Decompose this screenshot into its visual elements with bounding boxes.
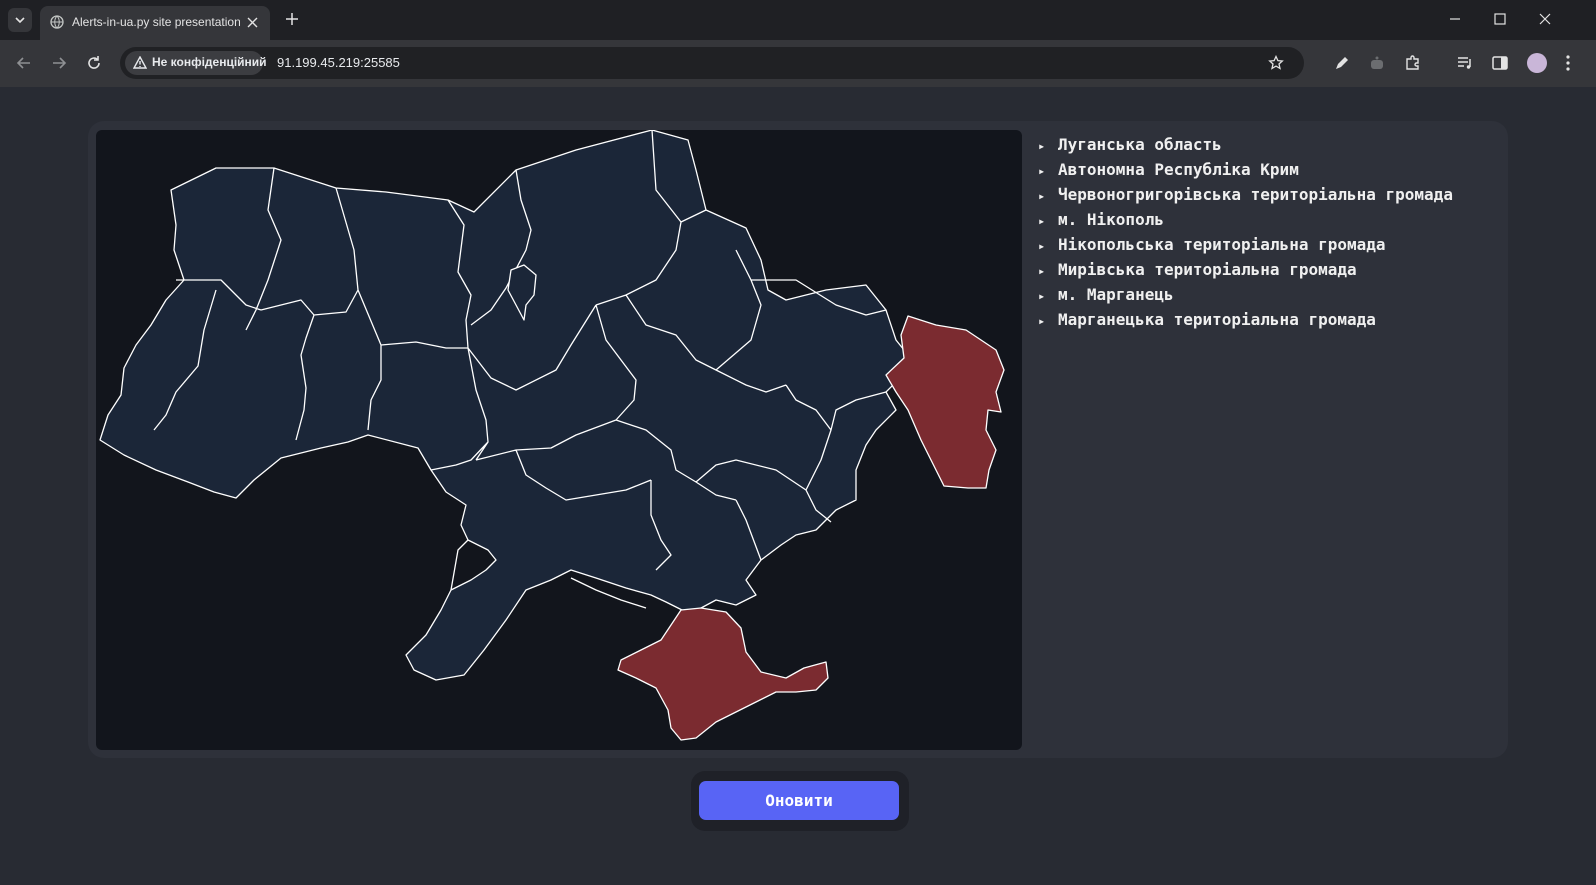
bullet-icon: ▸ (1038, 164, 1046, 178)
puzzle-icon[interactable] (1404, 54, 1422, 72)
maximize-icon[interactable] (1493, 12, 1507, 26)
arrow-right-icon[interactable] (50, 54, 68, 72)
alert-list-item: ▸ Марганецька територіальна громада (1038, 307, 1453, 332)
browser-toolbar: Не конфіденційний 91.199.45.219:25585 (0, 40, 1596, 87)
url-text[interactable]: 91.199.45.219:25585 (277, 55, 400, 70)
ukraine-map (96, 130, 1022, 750)
plus-icon[interactable] (285, 12, 299, 26)
window-close-icon[interactable] (1538, 12, 1552, 26)
tab-title: Alerts-in-ua.py site presentation (72, 15, 240, 29)
alerts-panel: ▸ Луганська область ▸ Автономна Республіка… (88, 121, 1508, 758)
bullet-icon: ▸ (1038, 314, 1046, 328)
bullet-icon: ▸ (1038, 139, 1046, 153)
alert-list-item: ▸ Луганська область (1038, 132, 1453, 157)
media-control-icon[interactable] (1456, 54, 1474, 72)
region-luhansk[interactable] (885, 315, 1005, 489)
globe-icon (50, 15, 64, 29)
side-panel-icon[interactable] (1491, 54, 1509, 72)
alert-list-item: ▸ Автономна Республіка Крим (1038, 157, 1453, 182)
security-chip[interactable]: Не конфіденційний (125, 51, 267, 75)
alert-list-item: ▸ м. Нікополь (1038, 207, 1453, 232)
bullet-icon: ▸ (1038, 264, 1046, 278)
minimize-icon[interactable] (1448, 12, 1462, 26)
refresh-button[interactable]: Оновити (699, 781, 899, 820)
tab-bar: Alerts-in-ua.py site presentation (0, 0, 1596, 40)
browser-tab[interactable]: Alerts-in-ua.py site presentation (40, 6, 270, 40)
bullet-icon: ▸ (1038, 289, 1046, 303)
close-icon[interactable] (247, 17, 258, 28)
reload-icon[interactable] (85, 54, 103, 72)
pen-icon[interactable] (1333, 54, 1351, 72)
star-icon[interactable] (1268, 55, 1284, 71)
security-label: Не конфіденційний (152, 55, 267, 69)
profile-avatar[interactable] (1527, 53, 1547, 73)
address-bar[interactable]: Не конфіденційний 91.199.45.219:25585 (120, 47, 1304, 79)
bullet-icon: ▸ (1038, 239, 1046, 253)
chevron-down-icon (15, 17, 25, 24)
tab-search-button[interactable] (8, 8, 32, 32)
bullet-icon: ▸ (1038, 189, 1046, 203)
alert-list-item: ▸ Червоногригорівська територіальна грома… (1038, 182, 1453, 207)
alert-list-item: ▸ м. Марганець (1038, 282, 1453, 307)
kebab-menu-icon[interactable] (1565, 54, 1571, 72)
alert-list-item: ▸ Мирівська територіальна громада (1038, 257, 1453, 282)
alert-list-item: ▸ Нікопольська територіальна громада (1038, 232, 1453, 257)
alert-list: ▸ Луганська область ▸ Автономна Республіка… (1038, 132, 1453, 332)
robot-extension-icon[interactable] (1368, 54, 1386, 72)
region-crimea[interactable] (617, 607, 829, 741)
bullet-icon: ▸ (1038, 214, 1046, 228)
refresh-container: Оновити (691, 771, 909, 831)
arrow-left-icon[interactable] (15, 54, 33, 72)
ukraine-outline (99, 130, 917, 681)
warning-triangle-icon (133, 56, 147, 69)
